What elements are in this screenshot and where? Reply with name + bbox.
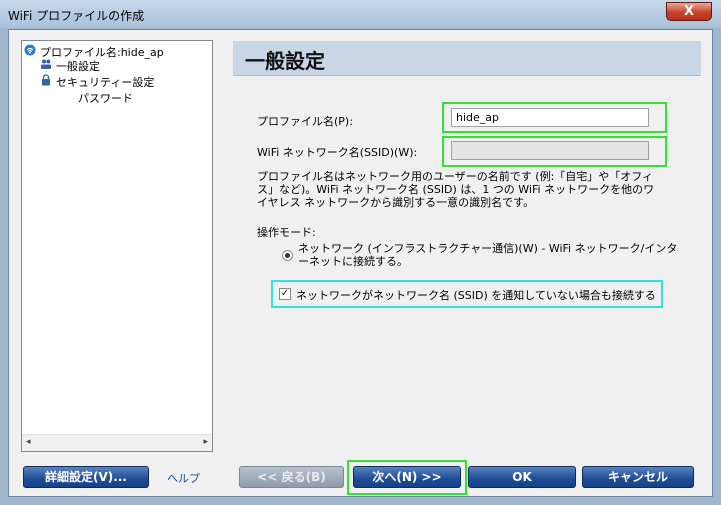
tree-item-label: セキュリティー設定 bbox=[56, 76, 155, 89]
profile-description: プロファイル名はネットワーク用のユーザーの名前です (例:「自宅」や「オフィス」… bbox=[257, 170, 655, 209]
tree-horizontal-scrollbar[interactable]: ◂ ▸ bbox=[22, 434, 212, 451]
cancel-button[interactable]: キャンセル bbox=[582, 466, 694, 488]
scroll-left-icon[interactable]: ◂ bbox=[26, 437, 31, 447]
profile-name-input[interactable]: hide_ap bbox=[451, 108, 649, 127]
dialog-body: プロファイル名:hide_ap 一般設定 セキュリティー設定 パスワード ◂ ▸… bbox=[8, 29, 713, 497]
hidden-ssid-label: ネットワークがネットワーク名 (SSID) を通知していない場合も接続する bbox=[296, 289, 656, 302]
profile-name-label: プロファイル名(P): bbox=[257, 115, 353, 128]
close-icon: X bbox=[683, 4, 695, 19]
window-title: WiFi プロファイルの作成 bbox=[8, 9, 145, 23]
wifi-profile-dialog: WiFi プロファイルの作成 X プロファイル名:hide_ap 一般設定 セキ… bbox=[0, 0, 721, 505]
mode-infrastructure-label: ネットワーク (インフラストラクチャー通信)(W) - WiFi ネットワーク/… bbox=[298, 242, 678, 268]
tree-item-label: パスワード bbox=[78, 92, 133, 105]
page-title: 一般設定 bbox=[245, 49, 325, 73]
back-button[interactable]: << 戻る(B) bbox=[239, 466, 344, 488]
scroll-right-icon[interactable]: ▸ bbox=[203, 437, 208, 447]
wifi-icon bbox=[24, 44, 36, 56]
advanced-settings-button[interactable]: 詳細設定(V)... bbox=[23, 466, 149, 488]
ssid-input[interactable] bbox=[451, 141, 649, 160]
lock-icon bbox=[42, 74, 50, 86]
ok-button[interactable]: OK bbox=[468, 466, 576, 488]
section-header: 一般設定 bbox=[233, 41, 701, 76]
ssid-label: WiFi ネットワーク名(SSID)(W): bbox=[257, 146, 418, 159]
users-icon bbox=[41, 59, 51, 69]
hidden-ssid-checkbox[interactable]: ✓ bbox=[279, 288, 291, 300]
next-button[interactable]: 次へ(N) >> bbox=[353, 466, 461, 488]
settings-tree: プロファイル名:hide_ap 一般設定 セキュリティー設定 パスワード ◂ ▸ bbox=[21, 40, 213, 452]
close-button[interactable]: X bbox=[666, 2, 712, 21]
tree-item-label: 一般設定 bbox=[56, 60, 100, 73]
title-bar[interactable]: WiFi プロファイルの作成 X bbox=[0, 0, 721, 28]
mode-label: 操作モード: bbox=[257, 226, 316, 239]
tree-item-password[interactable]: パスワード bbox=[78, 90, 133, 106]
mode-infrastructure-radio[interactable] bbox=[282, 250, 293, 261]
help-link[interactable]: ヘルプ bbox=[167, 470, 200, 486]
